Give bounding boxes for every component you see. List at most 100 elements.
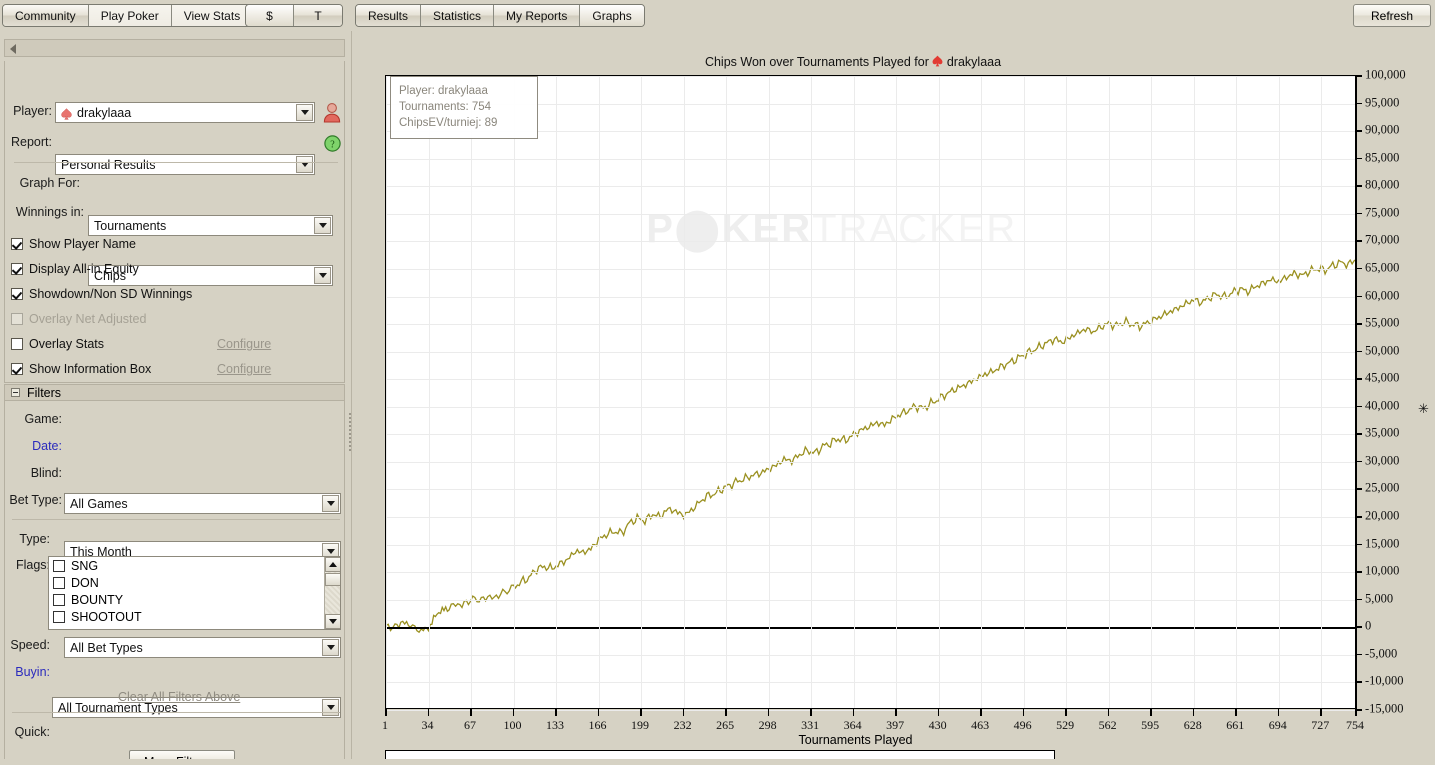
list-item[interactable]: DON — [49, 574, 340, 591]
checkbox-icon[interactable] — [53, 559, 65, 572]
configure-overlay-stats-link[interactable]: Configure — [217, 337, 271, 351]
y-axis-tick — [1355, 75, 1362, 77]
nav-tab-community[interactable]: Community — [3, 5, 89, 26]
checkbox-icon[interactable] — [53, 593, 65, 606]
option-show-player-name[interactable]: Show Player Name — [11, 237, 136, 251]
flag-label: DON — [71, 575, 99, 590]
grid-line — [981, 76, 983, 708]
flags-listbox[interactable]: SNG DON BOUNTY SHOOTOUT — [48, 556, 341, 630]
grid-line — [1193, 76, 1195, 708]
info-tournaments-line: Tournaments: 754 — [399, 101, 492, 113]
option-label: Showdown/Non SD Winnings — [29, 287, 193, 301]
checkbox-icon[interactable] — [11, 238, 23, 250]
chevron-down-icon[interactable] — [322, 495, 339, 512]
scroll-up-arrow-icon[interactable] — [325, 557, 340, 572]
checkbox-icon[interactable] — [11, 263, 23, 275]
person-icon[interactable] — [322, 101, 342, 123]
checkbox-icon[interactable] — [11, 363, 23, 375]
nav-tab-play-poker[interactable]: Play Poker — [88, 5, 172, 26]
option-display-all-in-equity[interactable]: Display All-in Equity — [11, 262, 139, 276]
option-show-information-box[interactable]: Show Information Box — [11, 362, 151, 376]
x-axis-label: 595 — [1141, 718, 1160, 732]
x-axis-tick — [427, 709, 429, 716]
date-label: Date: — [32, 439, 62, 453]
configure-information-box-link[interactable]: Configure — [217, 362, 271, 376]
bet-type-filter-select[interactable]: All Bet Types — [64, 637, 341, 658]
tab-statistics[interactable]: Statistics — [421, 5, 495, 26]
collapse-minus-icon[interactable] — [11, 388, 20, 397]
checkbox-icon[interactable] — [53, 576, 65, 589]
x-axis-tick — [1107, 709, 1110, 716]
option-showdown-non-sd-winnings[interactable]: Showdown/Non SD Winnings — [11, 287, 192, 301]
nav-tab-group[interactable]: Community Play Poker View Stats — [2, 4, 254, 27]
scroll-down-arrow-icon[interactable] — [325, 614, 340, 629]
game-label: Game: — [24, 412, 62, 426]
info-chipsev-line: ChipsEV/turniej: 89 — [399, 117, 498, 129]
y-axis-label: 15,000 — [1365, 536, 1400, 551]
game-label-row: Game: — [10, 412, 62, 426]
grid-line — [386, 599, 1355, 601]
report-tab-group[interactable]: Results Statistics My Reports Graphs — [355, 4, 645, 27]
game-filter-select[interactable]: All Games — [64, 493, 341, 514]
chevron-down-icon[interactable] — [296, 156, 313, 173]
tab-my-reports[interactable]: My Reports — [494, 5, 581, 26]
help-icon[interactable]: ? — [324, 135, 341, 152]
list-item[interactable]: BOUNTY — [49, 591, 340, 608]
x-axis-label: 67 — [464, 718, 477, 732]
grid-line — [683, 76, 685, 708]
checkbox-icon[interactable] — [11, 338, 23, 350]
flags-scrollbar[interactable] — [324, 557, 340, 629]
scrollbar-thumb[interactable] — [325, 573, 340, 586]
option-overlay-stats[interactable]: Overlay Stats — [11, 337, 104, 351]
chevron-down-icon[interactable] — [314, 217, 331, 234]
x-axis-label: 232 — [673, 718, 692, 732]
y-axis-tick — [1355, 185, 1362, 187]
graph-for-select[interactable]: Tournaments — [88, 215, 333, 236]
x-axis-tick — [1277, 709, 1280, 716]
x-axis-tick — [895, 709, 897, 716]
tab-graphs[interactable]: Graphs — [580, 5, 644, 26]
checkbox-icon[interactable] — [11, 288, 23, 300]
x-axis-label: 628 — [1183, 718, 1202, 732]
chevron-down-icon[interactable] — [314, 267, 331, 284]
x-axis-label: 661 — [1226, 718, 1245, 732]
winnings-in-label: Winnings in: — [15, 205, 84, 219]
grid-line — [1066, 76, 1068, 708]
nav-tab-view-stats[interactable]: View Stats — [171, 5, 253, 26]
flags-label: Flags: — [15, 558, 50, 572]
blind-label: Blind: — [30, 466, 62, 480]
y-axis-tick — [1355, 571, 1362, 573]
y-axis-tick — [1355, 433, 1362, 435]
y-axis-tick — [1355, 212, 1362, 215]
checkbox-icon[interactable] — [53, 610, 65, 623]
refresh-button[interactable]: Refresh — [1353, 4, 1431, 27]
grid-line — [386, 517, 1355, 519]
grid-line — [1278, 76, 1280, 708]
grid-line — [386, 351, 1355, 353]
player-select[interactable]: drakylaaa — [55, 102, 315, 123]
grid-line — [1321, 76, 1323, 708]
chevron-down-icon[interactable] — [322, 699, 339, 716]
chart-series-layer — [386, 258, 1356, 634]
sidebar-collapse-bar[interactable] — [4, 39, 345, 57]
report-select[interactable]: Personal Results — [55, 154, 315, 175]
chevron-down-icon[interactable] — [322, 639, 339, 656]
y-axis-label: 45,000 — [1365, 370, 1400, 385]
tab-results[interactable]: Results — [356, 5, 422, 26]
info-player-line: Player: drakylaaa — [399, 85, 488, 97]
quick-label-row: Quick: — [2, 725, 50, 739]
plot-area: P⬤KERTRACKER — [385, 75, 1357, 711]
flag-label: SNG — [71, 558, 99, 573]
list-item[interactable]: SHOOTOUT — [49, 608, 340, 625]
filters-section-header[interactable]: Filters — [4, 384, 345, 401]
chevron-down-icon[interactable] — [296, 104, 313, 121]
currency-toggle-tournament[interactable]: T — [294, 5, 342, 26]
date-label-row: Date: — [10, 439, 62, 453]
clear-all-filters-link[interactable]: Clear All Filters Above — [118, 690, 240, 704]
list-item[interactable]: SNG — [49, 557, 340, 574]
currency-toggle-dollar[interactable]: $ — [246, 5, 294, 26]
x-axis-label: 1 — [382, 718, 388, 732]
currency-toggle-group[interactable]: $ T — [245, 4, 343, 27]
x-axis-tick — [852, 709, 855, 716]
x-axis-tick — [1355, 709, 1357, 716]
